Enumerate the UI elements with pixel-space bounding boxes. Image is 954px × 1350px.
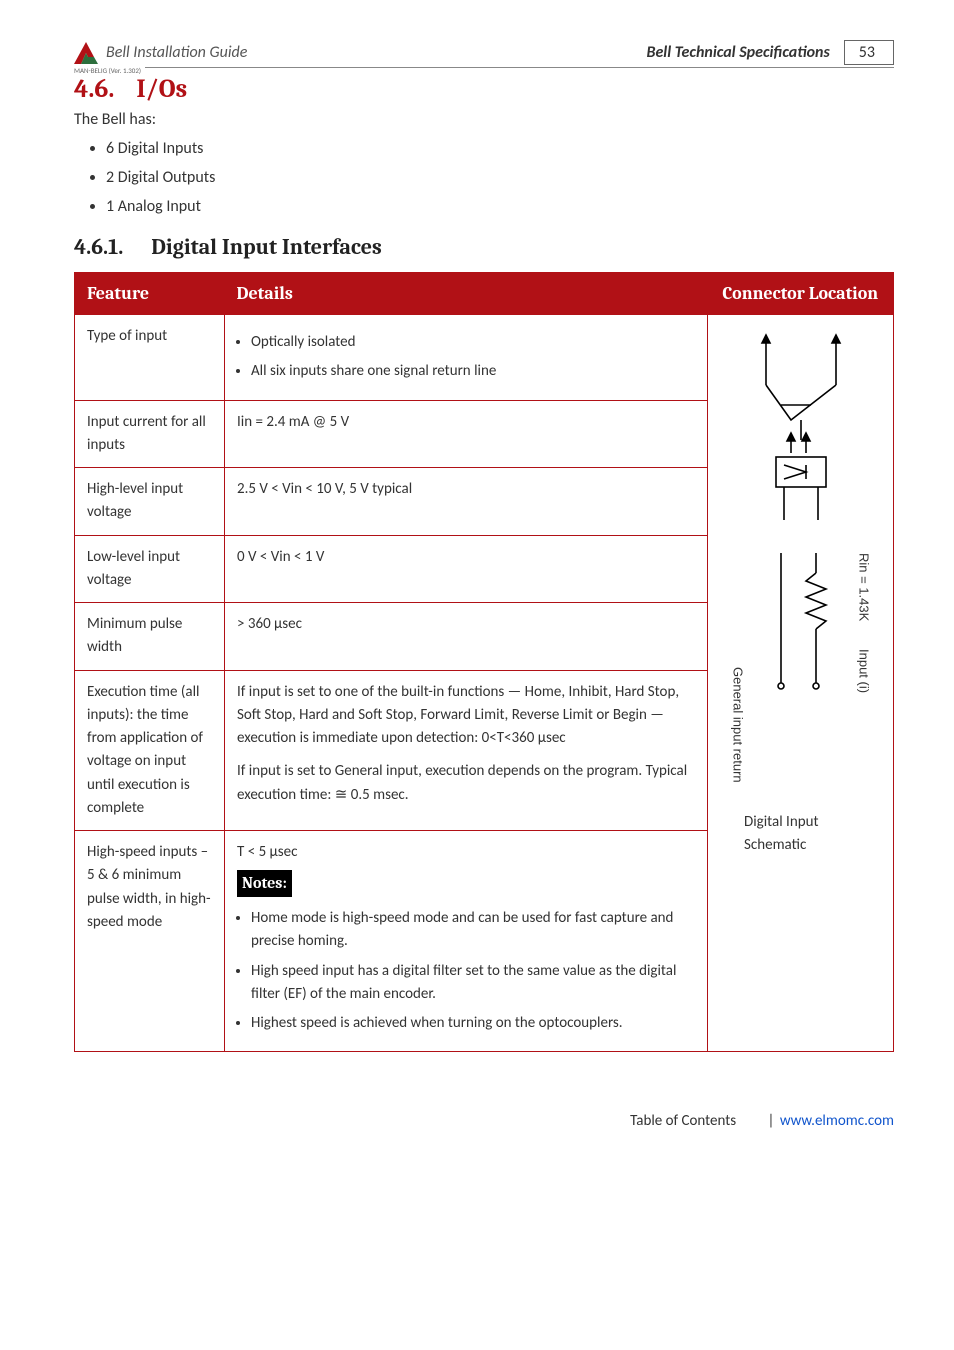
details-cell: T < 5 µsec Notes: Home mode is high-spee…	[225, 831, 708, 1052]
rin-label: Rin = 1.43K	[854, 553, 874, 621]
section-number: 4.6.	[74, 74, 114, 104]
feature-cell: Input current for all inputs	[75, 400, 225, 468]
details-cell: 0 V < Vin < 1 V	[225, 535, 708, 603]
details-para: If input is set to General input, execut…	[237, 760, 695, 807]
hs-pulse-value: T < 5 µsec	[237, 841, 695, 864]
header-divider: MAN-BELIG (Ver. 1.302)	[74, 67, 894, 68]
footer-separator: |	[768, 1112, 775, 1130]
toc-link[interactable]: Table of Contents	[630, 1112, 736, 1130]
feature-cell: Low-level input voltage	[75, 535, 225, 603]
optocoupler-schematic-icon	[736, 325, 866, 525]
feature-cell: Type of input	[75, 315, 225, 401]
manual-version-label: MAN-BELIG (Ver. 1.302)	[74, 66, 145, 75]
details-cell: Iin = 2.4 mA @ 5 V	[225, 400, 708, 468]
col-header-connector: Connector Location	[708, 273, 894, 315]
section-intro: The Bell has:	[74, 110, 894, 129]
spec-table: Feature Details Connector Location Type …	[74, 272, 894, 1052]
col-header-details: Details	[225, 273, 708, 315]
list-item: High speed input has a digital filter se…	[251, 960, 695, 1007]
return-label: General input return	[727, 667, 747, 783]
list-item: Optically isolated	[251, 331, 695, 354]
section-title: I/Os	[136, 74, 187, 104]
subsection-title: Digital Input Interfaces	[151, 234, 382, 260]
elmo-logo-icon	[74, 42, 98, 64]
subsection-number: 4.6.1.	[74, 234, 123, 260]
list-item: 2 Digital Outputs	[106, 168, 894, 187]
details-cell: If input is set to one of the built-in f…	[225, 670, 708, 831]
details-cell: > 360 µsec	[225, 603, 708, 671]
feature-cell: Minimum pulse width	[75, 603, 225, 671]
section-bullet-list: 6 Digital Inputs 2 Digital Outputs 1 Ana…	[98, 139, 894, 216]
guide-title: Bell Installation Guide	[106, 43, 646, 62]
list-item: 1 Analog Input	[106, 197, 894, 216]
resistor-input-icon	[766, 553, 836, 783]
schematic-caption: Digital Input Schematic	[720, 811, 881, 856]
table-header-row: Feature Details Connector Location	[75, 273, 894, 315]
list-item: 6 Digital Inputs	[106, 139, 894, 158]
elmo-url-link[interactable]: www.elmomc.com	[780, 1112, 894, 1130]
list-item: Highest speed is achieved when turning o…	[251, 1012, 695, 1035]
details-cell: 2.5 V < Vin < 10 V, 5 V typical	[225, 468, 708, 536]
list-item: All six inputs share one signal return l…	[251, 360, 695, 383]
details-para: If input is set to one of the built-in f…	[237, 681, 695, 751]
subsection-heading: 4.6.1. Digital Input Interfaces	[74, 234, 894, 260]
col-header-feature: Feature	[75, 273, 225, 315]
spec-title: Bell Technical Specifications	[646, 43, 829, 62]
details-cell: Optically isolated All six inputs share …	[225, 315, 708, 401]
feature-cell: Execution time (all inputs): the time fr…	[75, 670, 225, 831]
list-item: Home mode is high-speed mode and can be …	[251, 907, 695, 954]
page-header: Bell Installation Guide Bell Technical S…	[74, 40, 894, 65]
section-heading: 4.6. I/Os	[74, 74, 894, 104]
table-row: Type of input Optically isolated All six…	[75, 315, 894, 401]
input-label: Input (i)	[854, 649, 874, 693]
page-footer: Table of Contents | www.elmomc.com	[74, 1112, 894, 1130]
notes-label: Notes:	[237, 870, 292, 897]
page-number: 53	[844, 40, 894, 65]
feature-cell: High-speed inputs – 5 & 6 minimum pulse …	[75, 831, 225, 1052]
schematic-cell: General input return	[708, 315, 894, 1052]
feature-cell: High-level input voltage	[75, 468, 225, 536]
